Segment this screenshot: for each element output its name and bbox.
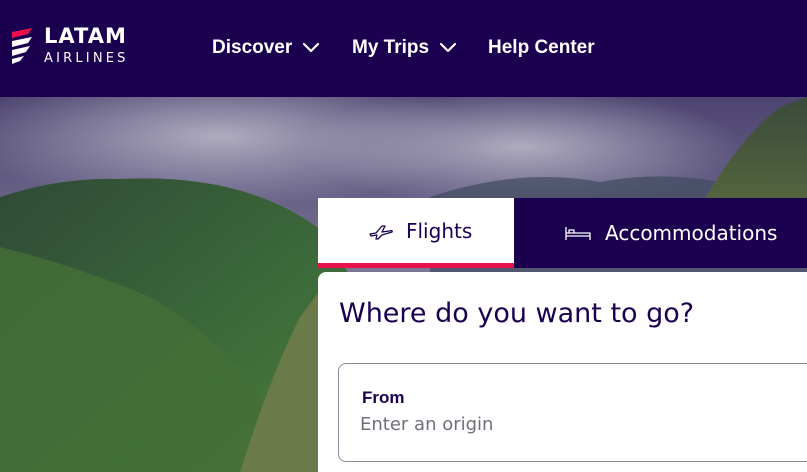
airplane-icon xyxy=(369,224,393,240)
origin-field-label: From xyxy=(362,388,405,407)
tab-accommodations[interactable]: Accommodations xyxy=(514,198,807,268)
tab-flights[interactable]: Flights xyxy=(318,198,514,268)
tab-accommodations-label: Accommodations xyxy=(605,221,778,245)
bed-icon xyxy=(565,227,591,240)
nav-my-trips[interactable]: My Trips xyxy=(352,35,457,61)
nav-help-center-label: Help Center xyxy=(488,37,595,58)
chevron-down-icon xyxy=(439,42,457,53)
flight-search-panel: Where do you want to go? From xyxy=(318,272,807,472)
search-heading: Where do you want to go? xyxy=(339,298,695,329)
nav-my-trips-label: My Trips xyxy=(352,37,430,58)
latam-logo-mark-icon xyxy=(12,28,32,64)
brand-tagline: AIRLINES xyxy=(44,51,129,66)
origin-input[interactable] xyxy=(360,414,780,435)
chevron-down-icon xyxy=(303,42,320,53)
nav-discover-label: Discover xyxy=(212,37,293,58)
nav-help-center[interactable]: Help Center xyxy=(488,35,595,61)
latam-airlines-logo[interactable]: LATAM AIRLINES xyxy=(10,24,150,68)
nav-discover[interactable]: Discover xyxy=(212,35,320,61)
origin-field[interactable]: From xyxy=(338,363,807,462)
tab-flights-label: Flights xyxy=(406,218,473,243)
brand-name: LATAM xyxy=(44,24,127,48)
top-navigation-bar: LATAM AIRLINES Discover My Trips Help Ce… xyxy=(0,0,807,97)
